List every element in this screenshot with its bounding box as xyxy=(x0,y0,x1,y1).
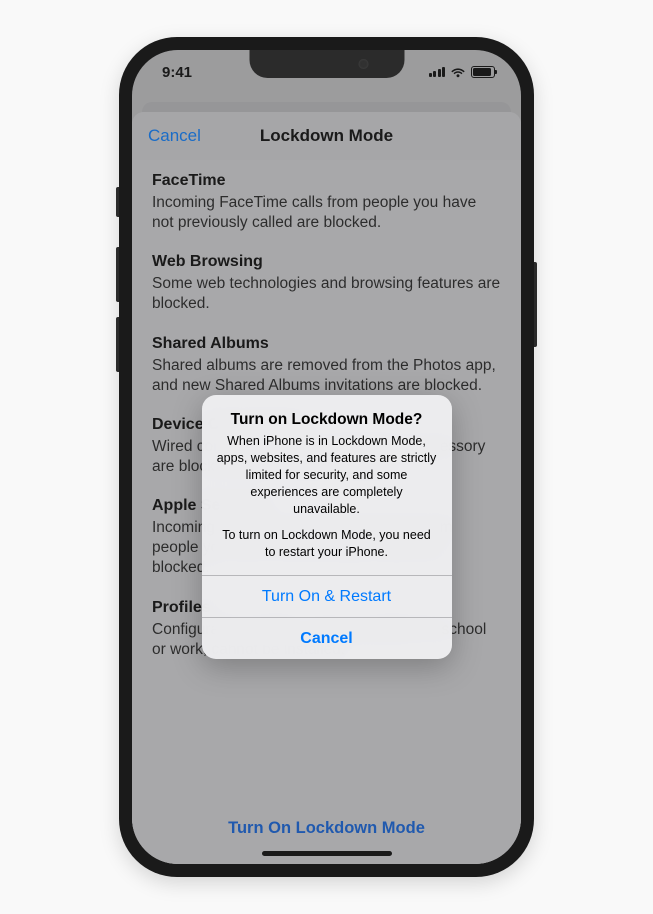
ring-switch xyxy=(116,187,119,217)
screen: 9:41 Cancel Lockdown Mode FaceTime Incom… xyxy=(132,50,521,864)
nav-title: Lockdown Mode xyxy=(260,126,393,146)
iphone-frame: 9:41 Cancel Lockdown Mode FaceTime Incom… xyxy=(119,37,534,877)
alert-message: When iPhone is in Lockdown Mode, apps, w… xyxy=(216,433,438,561)
cellular-icon xyxy=(429,67,446,77)
wifi-icon xyxy=(450,66,466,78)
side-button xyxy=(534,262,537,347)
status-icons xyxy=(429,66,496,78)
turn-on-lockdown-button[interactable]: Turn On Lockdown Mode xyxy=(132,819,521,838)
alert-turn-on-restart-button[interactable]: Turn On & Restart xyxy=(202,575,452,617)
nav-bar: Cancel Lockdown Mode xyxy=(132,112,521,160)
alert-message-line1: When iPhone is in Lockdown Mode, apps, w… xyxy=(216,433,438,517)
section-title: FaceTime xyxy=(152,172,501,190)
section-shared-albums: Shared Albums Shared albums are removed … xyxy=(152,335,501,396)
section-facetime: FaceTime Incoming FaceTime calls from pe… xyxy=(152,172,501,233)
status-time: 9:41 xyxy=(162,64,192,81)
section-body: Shared albums are removed from the Photo… xyxy=(152,356,501,396)
alert-message-line2: To turn on Lockdown Mode, you need to re… xyxy=(216,527,438,561)
section-title: Shared Albums xyxy=(152,335,501,353)
battery-icon xyxy=(471,66,495,78)
nav-cancel-button[interactable]: Cancel xyxy=(148,126,201,146)
home-indicator[interactable] xyxy=(262,851,392,856)
alert-body: Turn on Lockdown Mode? When iPhone is in… xyxy=(202,395,452,575)
section-web-browsing: Web Browsing Some web technologies and b… xyxy=(152,253,501,314)
volume-up-button xyxy=(116,247,119,302)
section-title: Web Browsing xyxy=(152,253,501,271)
alert-title: Turn on Lockdown Mode? xyxy=(216,411,438,429)
confirmation-alert: Turn on Lockdown Mode? When iPhone is in… xyxy=(202,395,452,659)
section-body: Incoming FaceTime calls from people you … xyxy=(152,193,501,233)
section-body: Some web technologies and browsing featu… xyxy=(152,274,501,314)
alert-cancel-button[interactable]: Cancel xyxy=(202,617,452,659)
volume-down-button xyxy=(116,317,119,372)
notch xyxy=(249,50,404,78)
